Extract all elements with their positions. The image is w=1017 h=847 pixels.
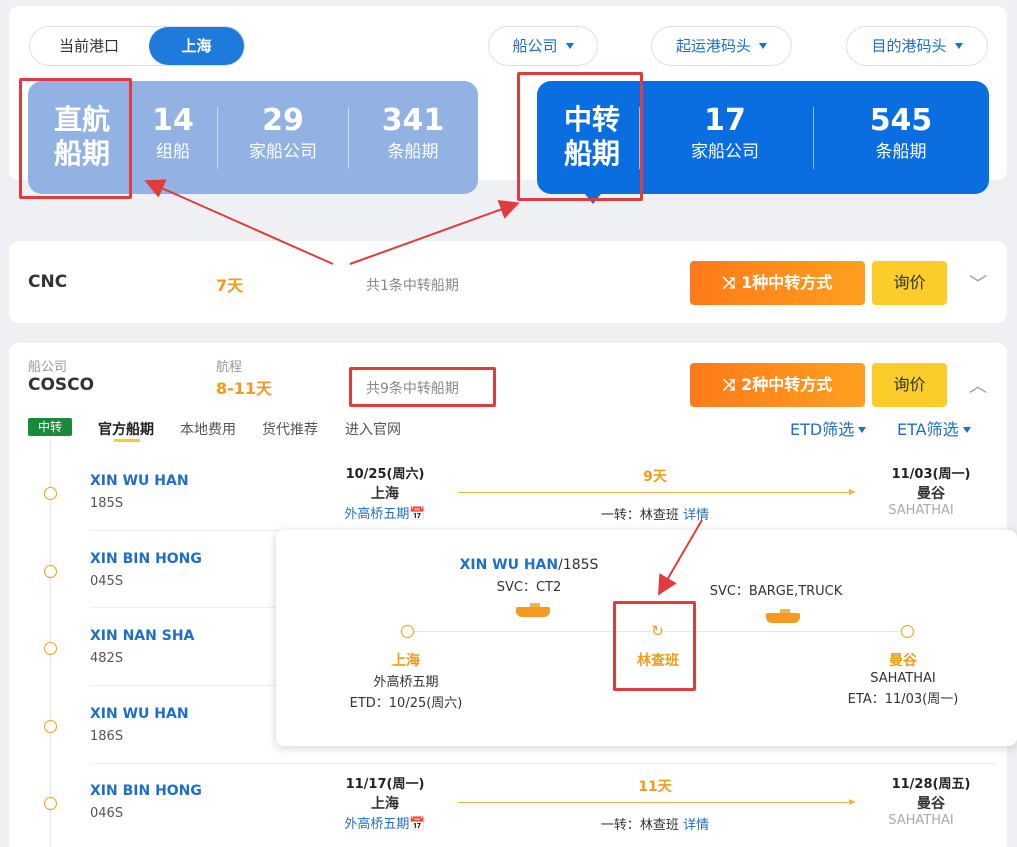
arrow-to-transit [657, 519, 703, 596]
arrow-to-direct [144, 179, 334, 265]
annotation-arrows [144, 179, 703, 596]
arrow-to-transfer [349, 200, 520, 265]
